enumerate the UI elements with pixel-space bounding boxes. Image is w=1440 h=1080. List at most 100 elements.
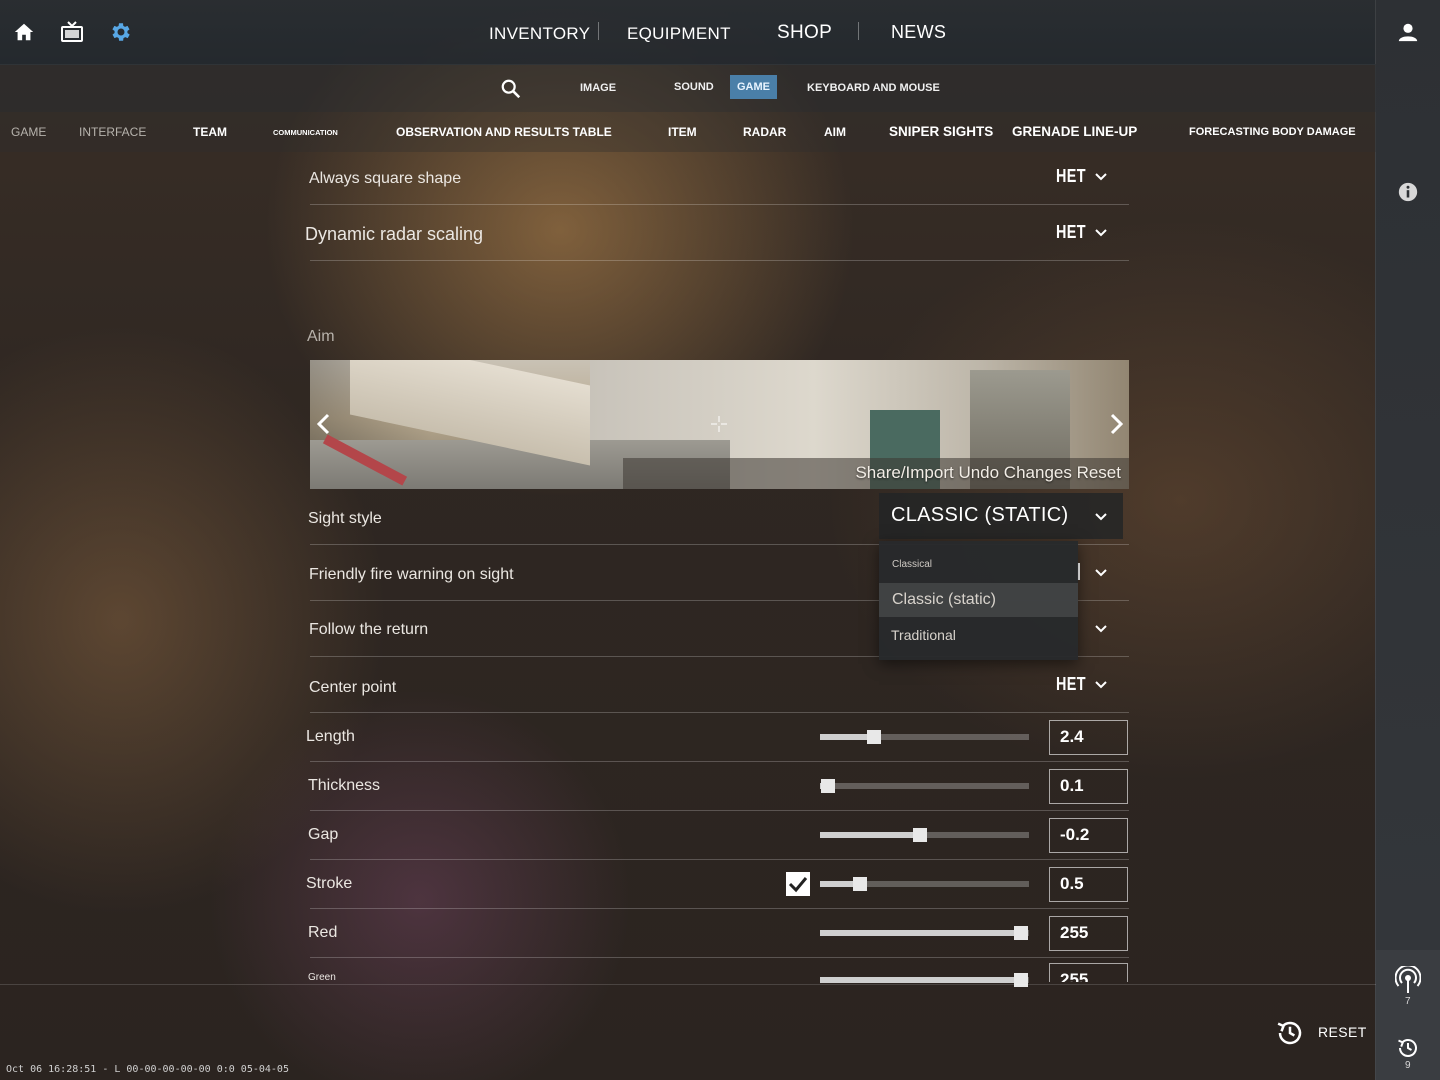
value-text: 0.5 — [1060, 874, 1084, 893]
slider-gap[interactable] — [820, 828, 1029, 842]
tab-game[interactable]: GAME — [730, 75, 777, 99]
nav-shop[interactable]: SHOP — [777, 22, 832, 44]
cat-radar[interactable]: RADAR — [743, 125, 786, 139]
chevron-down-icon[interactable] — [1094, 622, 1108, 636]
sight-style-menu: Classical Classic (static) Traditional — [879, 541, 1078, 660]
value-input-length[interactable]: 2.4 — [1049, 720, 1128, 755]
slider-stroke[interactable] — [820, 877, 1029, 891]
gear-icon — [112, 23, 130, 41]
slider-label-stroke: Stroke — [306, 875, 353, 892]
home-button[interactable] — [10, 18, 38, 46]
always-square-value[interactable]: НЕТ — [1056, 166, 1086, 187]
broadcast-icon — [1395, 966, 1421, 993]
row-divider — [310, 859, 1129, 860]
center-point-label: Center point — [309, 679, 397, 696]
tab-image[interactable]: IMAGE — [580, 82, 616, 94]
aim-section-title: Aim — [307, 328, 335, 345]
slider-label-gap: Gap — [308, 826, 339, 843]
row-divider — [310, 761, 1129, 762]
slider-red[interactable] — [820, 926, 1029, 940]
slider-label-length: Length — [306, 728, 355, 745]
menu-option-classic-static[interactable]: Classic (static) — [879, 583, 1078, 617]
slider-thickness[interactable] — [820, 779, 1029, 793]
rail-bottom: 7 9 — [1376, 950, 1440, 1080]
chevron-down-icon — [1095, 513, 1107, 521]
tab-keyboard-mouse[interactable]: KEYBOARD AND MOUSE — [807, 82, 940, 94]
nav-equipment[interactable]: EQUIPMENT — [627, 24, 731, 44]
profile-button[interactable] — [1394, 18, 1422, 46]
home-icon — [14, 23, 34, 41]
right-rail: 7 9 — [1375, 0, 1440, 1080]
search-button[interactable] — [498, 76, 524, 102]
nav-inventory[interactable]: INVENTORY — [489, 24, 590, 44]
stroke-checkbox[interactable] — [786, 872, 810, 896]
chevron-down-icon[interactable] — [1094, 678, 1108, 692]
check-icon — [788, 877, 808, 893]
slider-fill — [820, 930, 1021, 936]
slider-thumb[interactable] — [913, 828, 927, 842]
sight-style-value: CLASSIC (STATIC) — [891, 504, 1069, 526]
slider-length[interactable] — [820, 730, 1029, 744]
value-text: 255 — [1060, 923, 1089, 942]
settings-button[interactable] — [106, 18, 134, 46]
chevron-down-icon[interactable] — [1094, 566, 1108, 580]
chevron-left-icon[interactable] — [314, 412, 334, 436]
tv-icon — [61, 21, 83, 42]
slider-label-green: Green — [308, 972, 336, 983]
cat-team[interactable]: TEAM — [193, 125, 227, 139]
chevron-right-icon[interactable] — [1106, 412, 1126, 436]
info-button[interactable] — [1396, 180, 1420, 204]
menu-option-traditional[interactable]: Traditional — [891, 627, 956, 643]
cat-observation[interactable]: OBSERVATION AND RESULTS TABLE — [396, 125, 612, 139]
broadcast-button[interactable] — [1394, 964, 1422, 996]
cat-communication[interactable]: COMMUNICATION — [273, 128, 338, 137]
sight-style-select[interactable]: CLASSIC (STATIC) — [879, 493, 1123, 539]
value-input-stroke[interactable]: 0.5 — [1049, 867, 1128, 902]
slider-fill — [820, 832, 920, 838]
cat-aim[interactable]: AIM — [824, 125, 846, 139]
slider-thumb[interactable] — [867, 730, 881, 744]
value-text: 2.4 — [1060, 727, 1084, 746]
crosshair-preview: Share/Import Undo Changes Reset — [310, 360, 1129, 489]
tv-button[interactable] — [58, 18, 86, 46]
slider-thumb[interactable] — [853, 877, 867, 891]
preview-actions[interactable]: Share/Import Undo Changes Reset — [855, 463, 1121, 483]
value-text: -0.2 — [1060, 825, 1090, 844]
sight-style-label: Sight style — [308, 510, 382, 527]
info-icon — [1398, 182, 1418, 202]
cat-interface[interactable]: INTERFACE — [79, 125, 146, 139]
value-input-thickness[interactable]: 0.1 — [1049, 769, 1128, 804]
chevron-down-icon[interactable] — [1094, 170, 1108, 184]
menu-option-label: Classic (static) — [892, 591, 997, 608]
friendly-fire-label: Friendly fire warning on sight — [309, 566, 514, 583]
chevron-down-icon[interactable] — [1094, 226, 1108, 240]
nav-news[interactable]: NEWS — [891, 22, 946, 43]
value-input-green[interactable]: 255 — [1049, 963, 1128, 982]
status-line: Oct 06 16:28:51 - L 00-00-00-00-00 0:0 0… — [6, 1064, 289, 1075]
menu-group-label: Classical — [892, 559, 933, 570]
value-input-gap[interactable]: -0.2 — [1049, 818, 1128, 853]
cat-sniper-sights[interactable]: SNIPER SIGHTS — [889, 124, 993, 139]
tab-sound[interactable]: SOUND — [674, 81, 714, 93]
history-button[interactable] — [1394, 1034, 1422, 1062]
cat-item[interactable]: ITEM — [668, 125, 697, 139]
reset-button[interactable] — [1274, 1017, 1306, 1049]
row-divider — [310, 260, 1129, 261]
cat-game[interactable]: GAME — [11, 125, 46, 139]
broadcast-count: 7 — [1405, 996, 1411, 1007]
reset-label[interactable]: RESET — [1318, 1024, 1367, 1040]
slider-thumb[interactable] — [1014, 926, 1028, 940]
cat-forecasting-damage[interactable]: FORECASTING BODY DAMAGE — [1189, 126, 1356, 138]
always-square-label: Always square shape — [309, 170, 462, 187]
center-point-value[interactable]: НЕТ — [1056, 674, 1086, 695]
slider-green[interactable] — [820, 973, 1029, 987]
footer-divider — [0, 984, 1376, 985]
cat-grenade-lineup[interactable]: GRENADE LINE-UP — [1012, 124, 1137, 139]
row-divider — [310, 810, 1129, 811]
slider-fill — [820, 734, 874, 740]
follow-return-label: Follow the return — [309, 621, 429, 638]
dynamic-scaling-value[interactable]: НЕТ — [1056, 222, 1086, 243]
history-icon — [1398, 1039, 1417, 1057]
slider-thumb[interactable] — [821, 779, 835, 793]
value-input-red[interactable]: 255 — [1049, 916, 1128, 951]
